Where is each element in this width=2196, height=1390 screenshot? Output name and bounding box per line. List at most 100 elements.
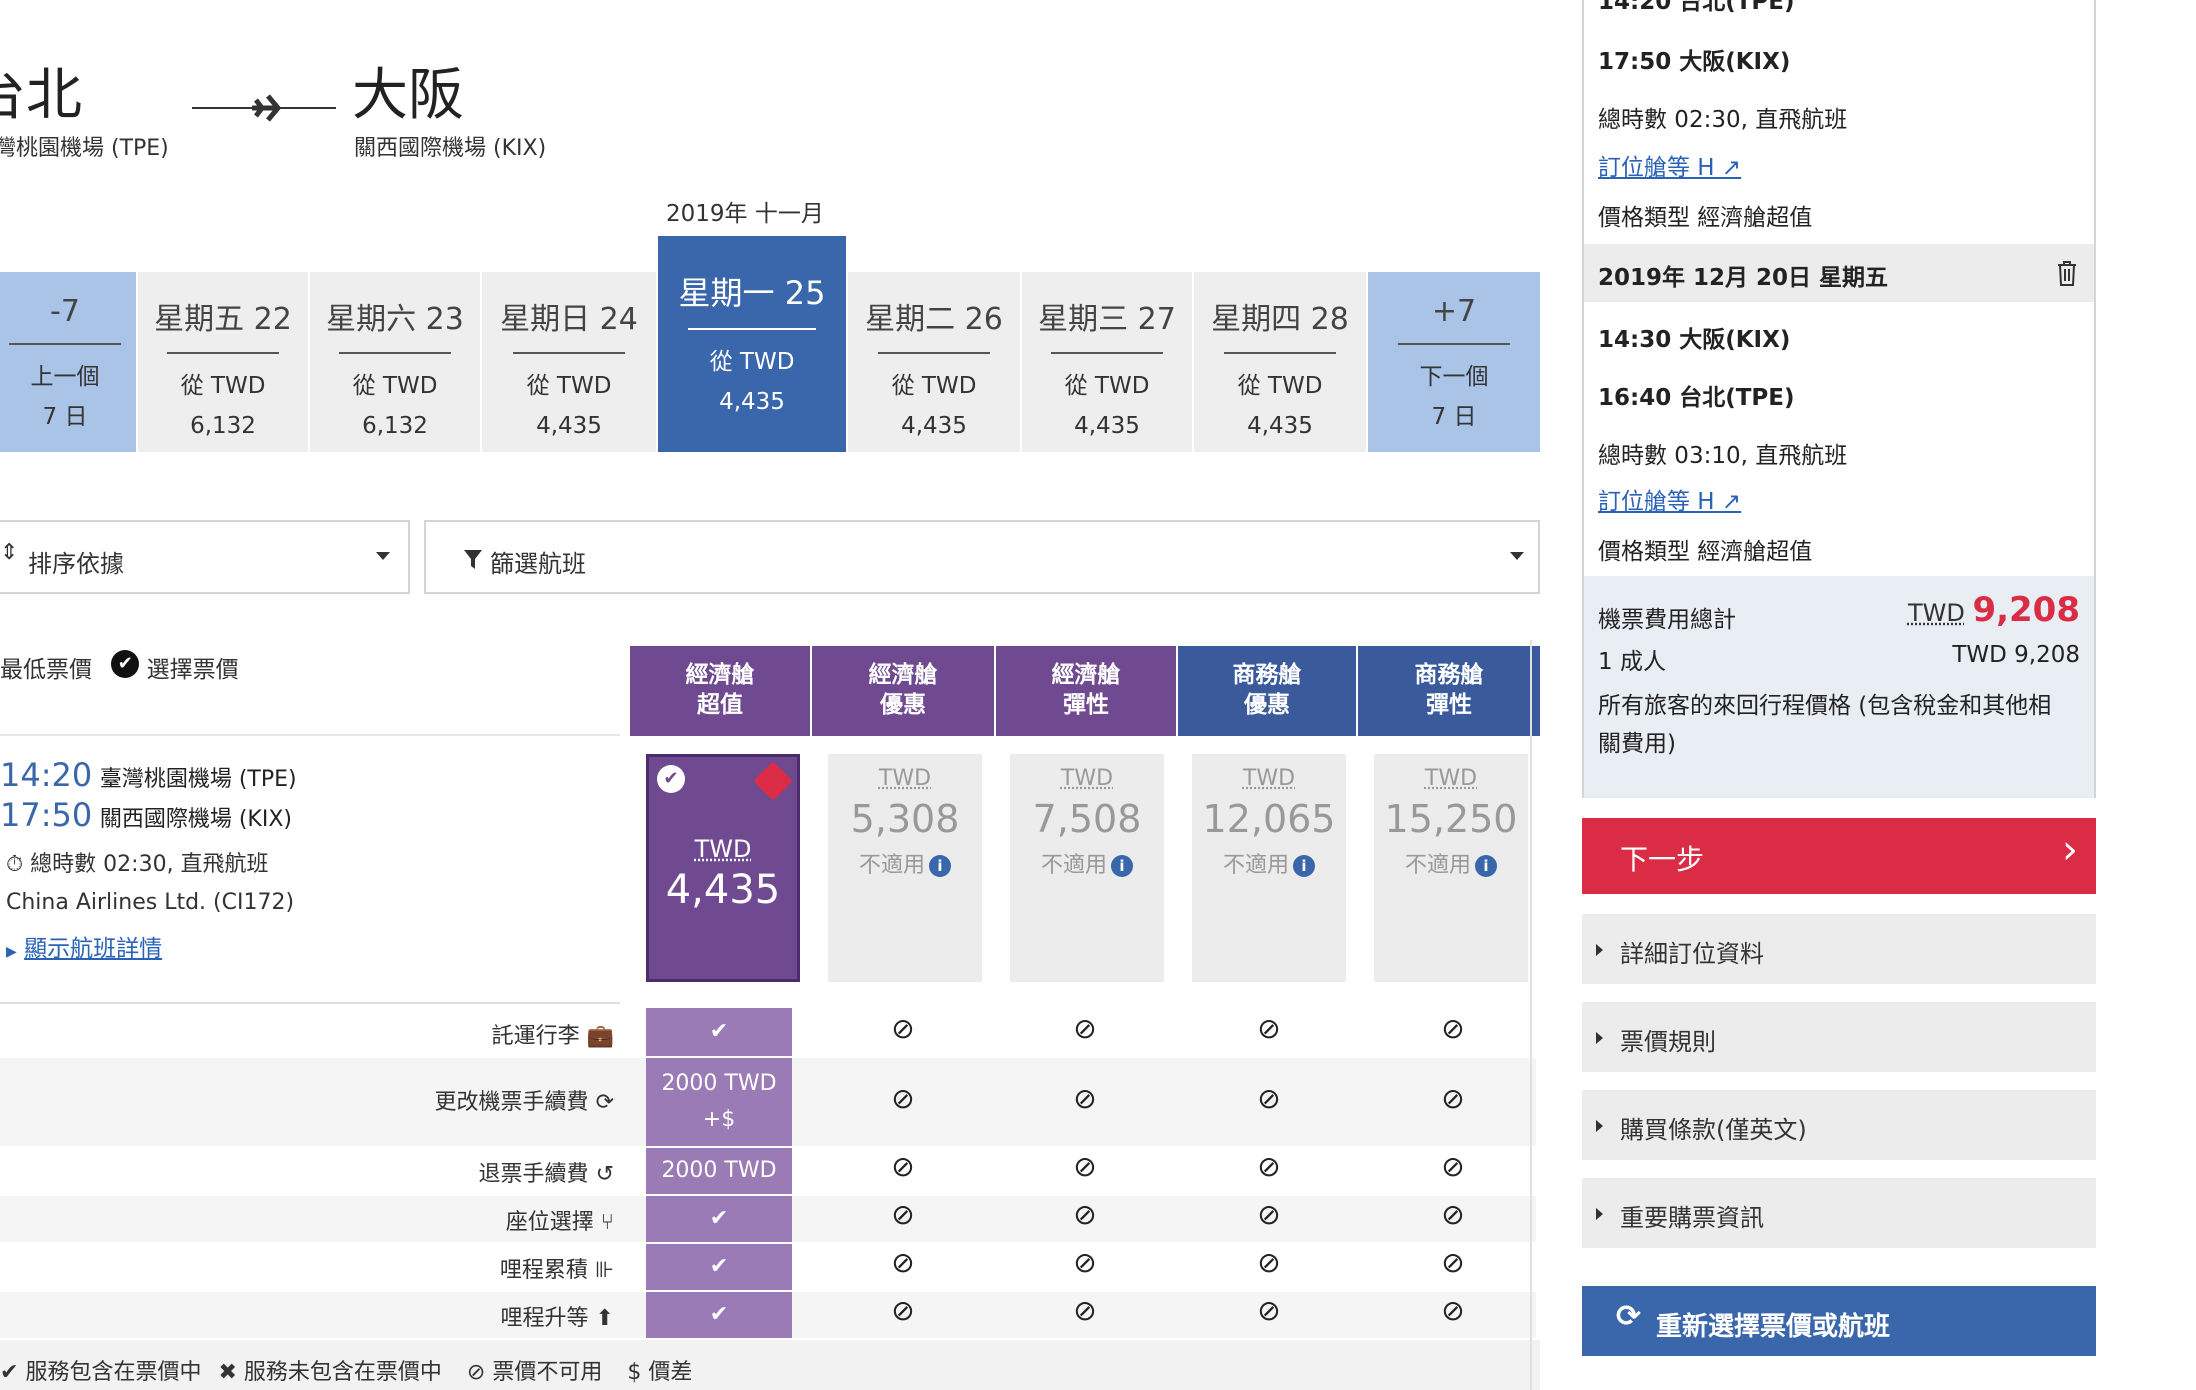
feature-unavailable: ⊘ <box>891 1012 915 1045</box>
legend-unavailable: 票價不可用 <box>492 1360 603 1385</box>
divider <box>9 343 121 345</box>
feature-included: ✔ <box>646 1292 792 1338</box>
feature-row-upgrade: 哩程升等 ⬆ ✔ ⊘ ⊘ ⊘ ⊘ <box>0 1292 1536 1338</box>
sort-dropdown[interactable]: ⇕ 排序依據 <box>0 520 410 594</box>
origin-airport: 灣桃園機場 (TPE) <box>0 136 169 161</box>
feature-label: 哩程累積 ⊪ <box>500 1252 614 1284</box>
feature-unavailable: ⊘ <box>891 1294 915 1327</box>
feature-unavailable: ⊘ <box>891 1082 915 1115</box>
feature-label: 託運行李 💼 <box>492 1018 614 1050</box>
info-icon[interactable]: i <box>1293 855 1315 877</box>
day-tab-25-selected[interactable]: 星期一 25 從 TWD 4,435 <box>658 236 846 452</box>
carrier-text: China Airlines Ltd. (CI172) <box>6 890 295 915</box>
return-arrival: 16:40 台北(TPE) <box>1598 385 1795 411</box>
info-icon[interactable]: i <box>1111 855 1133 877</box>
caret-right-icon <box>1596 1032 1603 1044</box>
next-week-line2: 7 日 <box>1431 404 1477 430</box>
legend-extra-cost: 價差 <box>648 1360 693 1385</box>
day-tab-28[interactable]: 星期四 28 從 TWD 4,435 <box>1194 272 1366 452</box>
legend-unavailable-icon: ⊘ <box>466 1360 486 1385</box>
feature-label-text: 退票手續費 <box>478 1162 589 1187</box>
fare-card-economy-promo[interactable]: TWD 5,308 不適用 i <box>828 754 982 982</box>
day-tab-27[interactable]: 星期三 27 從 TWD 4,435 <box>1022 272 1192 452</box>
feature-label-text: 更改機票手續費 <box>434 1090 589 1115</box>
price-note: 所有旅客的來回行程價格 (包含稅金和其他相 <box>1598 693 2052 719</box>
return-departure: 14:30 大阪(KIX) <box>1598 327 1791 353</box>
legend-not-included: 服務未包含在票價中 <box>243 1360 442 1385</box>
fare-status: 不適用 i <box>1374 847 1528 879</box>
booking-details-accordion[interactable]: 詳細訂位資料 <box>1582 914 2096 984</box>
col-line2: 超值 <box>697 692 743 718</box>
feature-unavailable: ⊘ <box>1257 1082 1281 1115</box>
important-info-accordion[interactable]: 重要購票資訊 <box>1582 1178 2096 1248</box>
filter-icon <box>464 550 482 569</box>
feature-unavailable: ⊘ <box>891 1198 915 1231</box>
day-name: 星期五 22 <box>154 302 292 337</box>
fare-currency: TWD <box>1424 766 1478 791</box>
fare-status: 不適用 i <box>828 847 982 879</box>
reselect-fare-button[interactable]: ⟳ 重新選擇票價或航班 <box>1582 1286 2096 1356</box>
outbound-duration: 總時數 02:30, 直飛航班 <box>1598 107 1848 133</box>
day-from: 從 TWD <box>526 373 612 399</box>
external-link-icon: ↗ <box>1721 155 1742 181</box>
day-tab-26[interactable]: 星期二 26 從 TWD 4,435 <box>848 272 1020 452</box>
fare-currency: TWD <box>1060 766 1114 791</box>
fare-card-business-flex[interactable]: TWD 15,250 不適用 i <box>1374 754 1528 982</box>
feature-label-text: 哩程累積 <box>499 1258 588 1283</box>
filter-dropdown[interactable]: 篩選航班 <box>424 520 1540 594</box>
flight-details-link[interactable]: ▶ 顯示航班詳情 <box>6 929 297 963</box>
fare-amount: 5,308 <box>850 797 960 841</box>
fare-currency: TWD <box>694 835 752 863</box>
fare-currency: TWD <box>1242 766 1296 791</box>
fare-status-label: 不適用 <box>1222 853 1289 878</box>
terms-accordion[interactable]: 購買條款(僅英文) <box>1582 1090 2096 1160</box>
outbound-arrival: 17:50 大阪(KIX) <box>1598 49 1791 75</box>
duration-row: ⏱ 總時數 02:30, 直飛航班 <box>6 846 297 878</box>
next-week-button[interactable]: +7 下一個 7 日 <box>1368 272 1540 452</box>
fare-rules-accordion[interactable]: 票價規則 <box>1582 1002 2096 1072</box>
outbound-class-link[interactable]: 訂位艙等 H ↗ <box>1598 148 1741 182</box>
feature-unavailable: ⊘ <box>1257 1246 1281 1279</box>
feature-included: ✔ <box>646 1244 792 1290</box>
divider <box>1051 352 1163 354</box>
seat-icon: ⑂ <box>600 1210 614 1235</box>
next-step-button[interactable]: 下一步 › <box>1582 818 2096 894</box>
fare-card-economy-flex[interactable]: TWD 7,508 不適用 i <box>1010 754 1164 982</box>
accordion-label: 詳細訂位資料 <box>1620 940 1764 968</box>
info-icon[interactable]: i <box>1475 855 1497 877</box>
duration-text: 總時數 02:30, 直飛航班 <box>30 852 269 877</box>
accordion-label: 重要購票資訊 <box>1620 1204 1764 1232</box>
feature-unavailable: ⊘ <box>1073 1150 1097 1183</box>
day-name: 星期四 28 <box>1211 302 1349 337</box>
feature-unavailable: ⊘ <box>1257 1294 1281 1327</box>
col-line2: 優惠 <box>1244 692 1290 718</box>
selected-fare-card[interactable]: ✔ TWD 4,435 <box>646 754 800 982</box>
day-tab-23[interactable]: 星期六 23 從 TWD 6,132 <box>310 272 480 452</box>
passenger-label: 1 成人 <box>1598 649 1666 675</box>
divider <box>688 328 816 330</box>
accordion-label: 購買條款(僅英文) <box>1620 1116 1807 1144</box>
divider <box>513 352 625 354</box>
feature-label: 哩程升等 ⬆ <box>501 1300 614 1332</box>
fare-card-business-promo[interactable]: TWD 12,065 不適用 i <box>1192 754 1346 982</box>
fare-amount: 12,065 <box>1202 797 1336 841</box>
divider <box>339 352 451 354</box>
passenger-amount: TWD 9,208 <box>1952 642 2080 668</box>
dest-city: 大阪 <box>352 63 464 128</box>
col-line2: 優惠 <box>880 692 926 718</box>
info-icon[interactable]: i <box>929 855 951 877</box>
day-name: 星期六 23 <box>326 302 464 337</box>
day-tab-22[interactable]: 星期五 22 從 TWD 6,132 <box>138 272 308 452</box>
feature-row-change-fee: 更改機票手續費 ⟳ 2000 TWD +$ ⊘ ⊘ ⊘ ⊘ <box>0 1058 1536 1146</box>
feature-row-baggage: 託運行李 💼 ✔ ⊘ ⊘ ⊘ ⊘ <box>0 1008 1536 1056</box>
return-date-bar: 2019年 12月 20日 星期五 <box>1584 244 2094 302</box>
feature-label-text: 座位選擇 <box>505 1210 594 1235</box>
day-tab-24[interactable]: 星期日 24 從 TWD 4,435 <box>482 272 656 452</box>
prev-week-button[interactable]: -7 上一個 7 日 <box>0 272 136 452</box>
trash-icon[interactable] <box>2056 260 2078 286</box>
luggage-icon: 💼 <box>586 1024 614 1049</box>
feature-unavailable: ⊘ <box>1441 1082 1465 1115</box>
return-class-link[interactable]: 訂位艙等 H ↗ <box>1598 482 1741 516</box>
sort-icon: ⇕ <box>0 540 19 565</box>
caret-right-icon: ▶ <box>6 944 17 960</box>
